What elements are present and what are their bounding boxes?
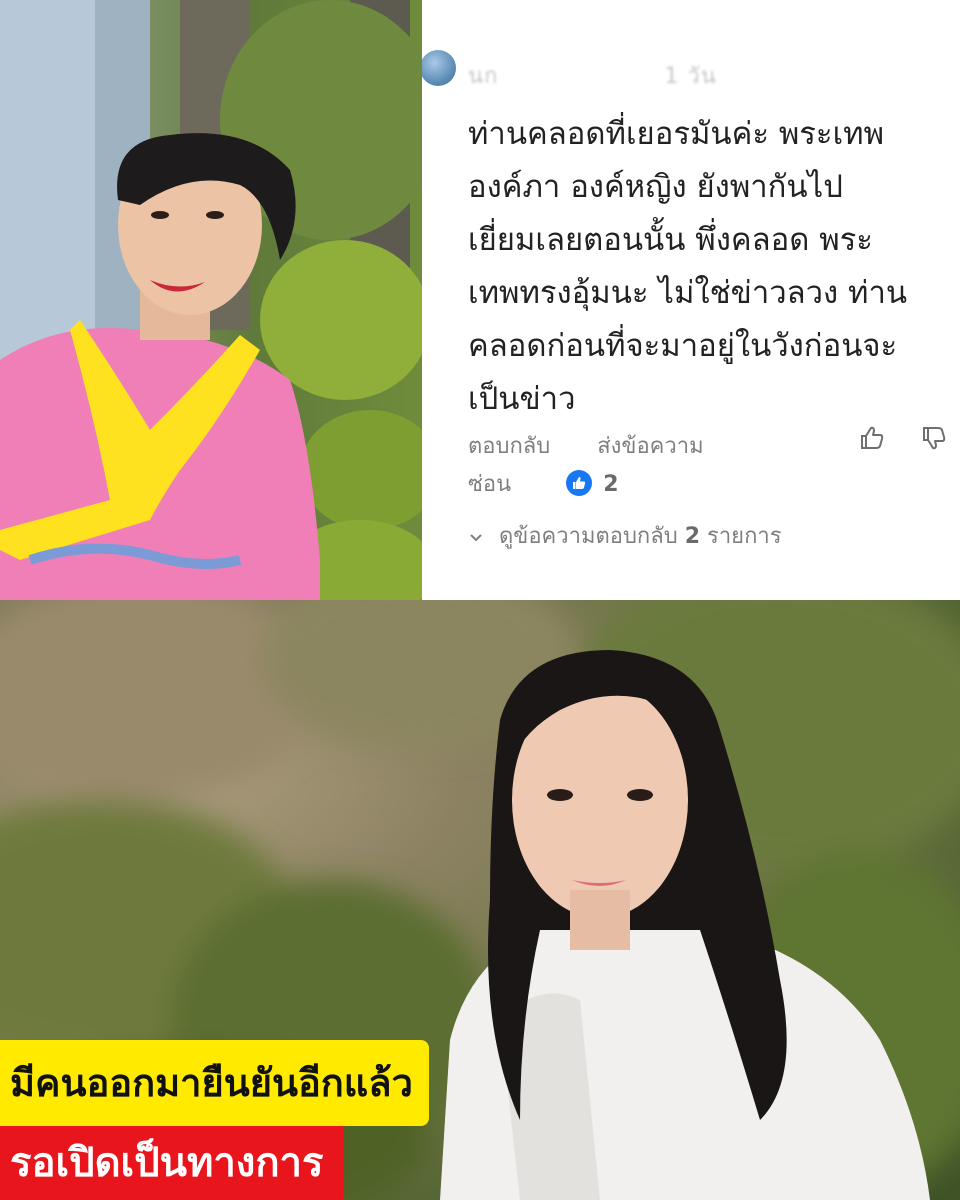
- comment-actions-secondary: ซ่อน 2: [468, 466, 619, 501]
- view-replies-suffix: รายการ: [707, 524, 782, 549]
- like-reaction-icon[interactable]: [566, 470, 593, 496]
- chevron-down-icon: [468, 527, 484, 543]
- avatar[interactable]: [422, 50, 456, 86]
- view-replies-count: 2: [684, 524, 701, 549]
- reaction-count: 2: [603, 472, 619, 497]
- caption-yellow: มีคนออกมายืนยันอีกแล้ว: [0, 1040, 429, 1126]
- thumbs-up-icon[interactable]: [858, 424, 886, 452]
- send-message-button[interactable]: ส่งข้อความ: [597, 428, 703, 463]
- comment-meta: นก 1 วัน: [468, 58, 717, 93]
- comment-line: องค์ภา องค์หญิง ยังพากันไป: [468, 169, 843, 205]
- comment-line: เป็นข่าว: [468, 381, 576, 417]
- hide-button[interactable]: ซ่อน: [468, 466, 511, 501]
- page: นก 1 วัน ท่านคลอดที่เยอรมันค่ะ พระเทพ อง…: [0, 0, 960, 1200]
- reply-button[interactable]: ตอบกลับ: [468, 428, 550, 463]
- view-replies-prefix: ดูข้อความตอบกลับ: [499, 524, 678, 549]
- comment-actions: ตอบกลับ ส่งข้อความ: [468, 428, 704, 463]
- comment-line: คลอดก่อนที่จะมาอยู่ในวังก่อนจะ: [468, 328, 898, 364]
- comment-line: เทพทรงอุ้มนะ ไม่ใช่ข่าวลวง ท่าน: [468, 275, 908, 311]
- photo-woman-pink-shirt: [0, 0, 422, 600]
- thumbs-down-icon[interactable]: [920, 424, 948, 452]
- comment-text: ท่านคลอดที่เยอรมันค่ะ พระเทพ องค์ภา องค์…: [468, 108, 960, 426]
- view-replies-link[interactable]: ดูข้อความตอบกลับ 2 รายการ: [468, 518, 782, 553]
- comment-line: เยี่ยมเลยตอนนั้น พึ่งคลอด พระ: [468, 222, 873, 258]
- comment-line: ท่านคลอดที่เยอรมันค่ะ พระเทพ: [468, 116, 885, 152]
- caption-red: รอเปิดเป็นทางการ: [0, 1126, 344, 1200]
- comment-age: 1 วัน: [664, 64, 717, 89]
- comment-panel: นก 1 วัน ท่านคลอดที่เยอรมันค่ะ พระเทพ อง…: [422, 0, 960, 600]
- comment-author[interactable]: นก: [468, 64, 498, 89]
